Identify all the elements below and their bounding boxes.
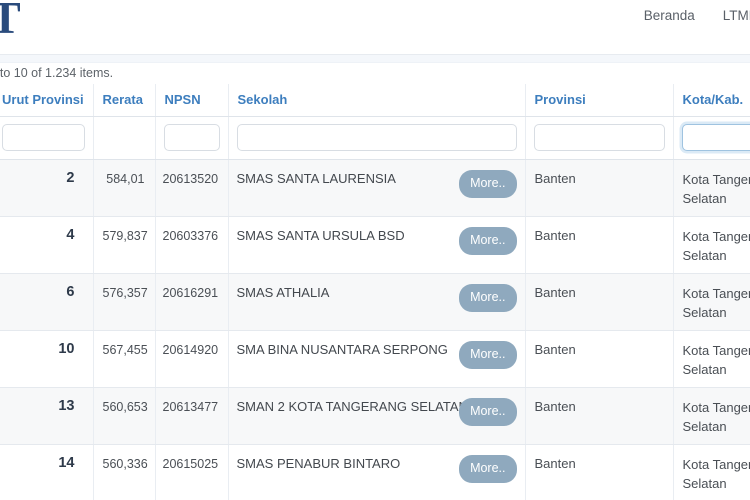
filter-cell-npsn [155, 116, 229, 160]
more-button[interactable]: More.. [459, 227, 517, 255]
school-name-label: SMAS PENABUR BINTARO [236, 456, 401, 471]
page-band [0, 55, 750, 62]
column-header-provinsi[interactable]: Provinsi [525, 84, 674, 117]
column-header-sekolah[interactable]: Sekolah [228, 84, 526, 117]
filter-input-provinsi[interactable] [533, 124, 665, 151]
header-row: Urut Provinsi Rerata NPSN Sekolah Provin… [0, 84, 750, 117]
cell-sekolah: SMAN 2 KOTA TANGERANG SELATAN More.. [228, 387, 526, 445]
result-count-strip: Showing 1 to 10 of 1.234 items. [0, 63, 750, 84]
cell-npsn: 20613477 [155, 387, 229, 445]
filter-input-kota-kab[interactable] [681, 124, 750, 151]
cell-npsn: 20613520 [155, 159, 229, 217]
cell-urut-provinsi: 14 [0, 444, 94, 500]
cell-urut-provinsi: 6 [0, 273, 94, 331]
filter-cell-rerata [93, 116, 156, 160]
table-head: Urut Provinsi Rerata NPSN Sekolah Provin… [0, 84, 750, 160]
cell-rerata: 560,653 [93, 387, 156, 445]
cell-npsn: 20614920 [155, 330, 229, 388]
cell-provinsi: Banten [525, 273, 674, 331]
school-name-label: SMAS SANTA LAURENSIA [236, 171, 396, 186]
cell-rerata: 584,01 [93, 159, 156, 217]
column-header-urut-provinsi[interactable]: Urut Provinsi [0, 84, 94, 117]
school-name-label: SMAS ATHALIA [236, 285, 330, 300]
school-name-label: SMAS SANTA URSULA BSD [236, 228, 405, 243]
filter-cell-urut [0, 116, 94, 160]
cell-sekolah: SMA BINA NUSANTARA SERPONG More.. [228, 330, 526, 388]
cell-kota-kab: Kota Tangerang Selatan [673, 273, 750, 331]
cell-provinsi: Banten [525, 216, 674, 274]
school-name-label: SMA BINA NUSANTARA SERPONG [236, 342, 448, 357]
filter-input-npsn[interactable] [163, 124, 220, 151]
cell-kota-kab: Kota Tangerang Selatan [673, 330, 750, 388]
table-row[interactable]: 2 584,01 20613520 SMAS SANTA LAURENSIA More.… [0, 159, 750, 217]
result-count-text: Showing 1 to 10 of 1.234 items. [0, 66, 114, 80]
column-header-npsn[interactable]: NPSN [155, 84, 229, 117]
cell-provinsi: Banten [525, 387, 674, 445]
cell-sekolah: SMAS SANTA URSULA BSD More.. [228, 216, 526, 274]
column-header-rerata[interactable]: Rerata [93, 84, 156, 117]
cell-urut-provinsi: 10 [0, 330, 94, 388]
table-row[interactable]: 13 560,653 20613477 SMAN 2 KOTA TANGERANG S… [0, 387, 750, 445]
filter-input-urut-provinsi[interactable] [2, 124, 85, 151]
table-body: 2 584,01 20613520 SMAS SANTA LAURENSIA More.… [0, 159, 750, 500]
cell-provinsi: Banten [525, 159, 674, 217]
cell-sekolah: SMAS PENABUR BINTARO More.. [228, 444, 526, 500]
logo-letter-icon: T [0, 0, 21, 43]
nav-links: Beranda LTMPT [644, 8, 750, 23]
results-table-container[interactable]: Urut Provinsi Rerata NPSN Sekolah Provin… [0, 84, 750, 500]
more-button[interactable]: More.. [459, 170, 517, 198]
more-button[interactable]: More.. [459, 455, 517, 483]
table-row[interactable]: 6 576,357 20616291 SMAS ATHALIA More.. Banten… [0, 273, 750, 331]
nav-link-ltmpt[interactable]: LTMPT [723, 8, 750, 23]
cell-urut-provinsi: 2 [0, 159, 94, 217]
filter-cell-provinsi [525, 116, 674, 160]
cell-npsn: 20603376 [155, 216, 229, 274]
site-logo[interactable]: T Lembaga Tes Masuk Perguruan Tinggi [0, 0, 36, 48]
filter-cell-sekolah [228, 116, 526, 160]
filter-cell-kota-kab [673, 116, 750, 160]
more-button[interactable]: More.. [459, 341, 517, 369]
cell-npsn: 20615025 [155, 444, 229, 500]
cell-npsn: 20616291 [155, 273, 229, 331]
cell-rerata: 576,357 [93, 273, 156, 331]
nav-link-beranda[interactable]: Beranda [644, 8, 695, 23]
cell-rerata: 560,336 [93, 444, 156, 500]
results-table: Urut Provinsi Rerata NPSN Sekolah Provin… [0, 84, 750, 500]
filter-input-sekolah[interactable] [236, 124, 517, 151]
more-button[interactable]: More.. [459, 284, 517, 312]
table-row[interactable]: 10 567,455 20614920 SMA BINA NUSANTARA SERP… [0, 330, 750, 388]
cell-kota-kab: Kota Tangerang Selatan [673, 444, 750, 500]
table-row[interactable]: 14 560,336 20615025 SMAS PENABUR BINTARO Mor… [0, 444, 750, 500]
cell-kota-kab: Kota Tangerang Selatan [673, 216, 750, 274]
cell-rerata: 579,837 [93, 216, 156, 274]
cell-sekolah: SMAS ATHALIA More.. [228, 273, 526, 331]
cell-urut-provinsi: 13 [0, 387, 94, 445]
cell-sekolah: SMAS SANTA LAURENSIA More.. [228, 159, 526, 217]
table-row[interactable]: 4 579,837 20603376 SMAS SANTA URSULA BSD Mor… [0, 216, 750, 274]
top-navbar: T Lembaga Tes Masuk Perguruan Tinggi Ber… [0, 0, 750, 54]
cell-kota-kab: Kota Tangerang Selatan [673, 159, 750, 217]
cell-rerata: 567,455 [93, 330, 156, 388]
filter-row [0, 116, 750, 160]
cell-provinsi: Banten [525, 444, 674, 500]
column-header-kota-kab[interactable]: Kota/Kab. [673, 84, 750, 117]
cell-kota-kab: Kota Tangerang Selatan [673, 387, 750, 445]
cell-provinsi: Banten [525, 330, 674, 388]
school-name-label: SMAN 2 KOTA TANGERANG SELATAN [236, 399, 468, 414]
cell-urut-provinsi: 4 [0, 216, 94, 274]
more-button[interactable]: More.. [459, 398, 517, 426]
